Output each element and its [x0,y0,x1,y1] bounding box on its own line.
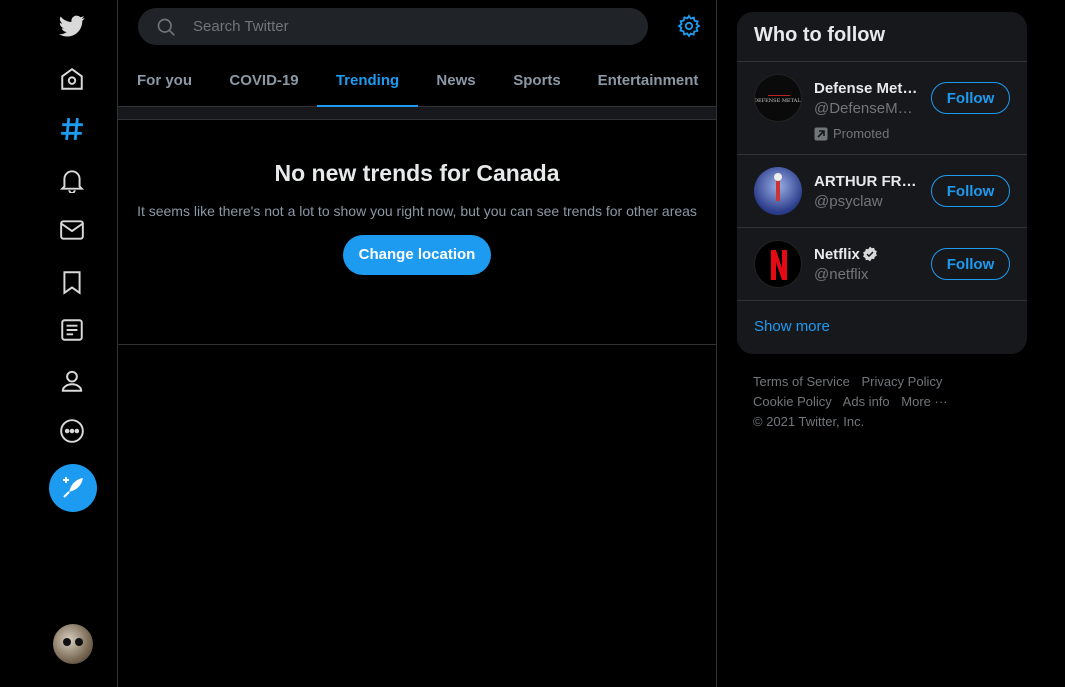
lists-icon[interactable] [56,314,88,346]
change-location-button[interactable]: Change location [342,235,492,275]
list-item[interactable]: DEFENSE METALS Defense Metals Corp. @Def… [737,62,1027,155]
bookmarks-icon[interactable] [56,266,88,298]
avatar [754,167,802,215]
settings-gear-icon[interactable] [677,14,701,38]
footer-links: Terms of Service Privacy Policy Cookie P… [753,372,1013,432]
follow-button[interactable]: Follow [931,248,1010,280]
search-icon [157,18,175,36]
promoted-label: Promoted [814,126,889,141]
explore-tabs: For you COVID-19 Trending News Sports En… [118,55,716,107]
user-name[interactable]: ARTHUR FRANK [814,173,919,190]
terms-link[interactable]: Terms of Service [753,374,850,389]
user-handle: @netflix [814,266,869,283]
netflix-logo-icon [754,240,802,288]
copyright: © 2021 Twitter, Inc. [753,414,865,429]
empty-trends-panel: No new trends for Canada It seems like t… [118,120,716,345]
user-handle: @DefenseMetals1 [814,100,916,117]
notifications-icon[interactable] [56,164,88,196]
privacy-link[interactable]: Privacy Policy [861,374,942,389]
tab-trending[interactable]: Trending [317,55,418,107]
section-divider [118,107,716,120]
follow-button[interactable]: Follow [931,175,1010,207]
profile-icon[interactable] [56,365,88,397]
tab-news[interactable]: News [418,55,494,106]
tab-covid-19[interactable]: COVID-19 [211,55,317,106]
search-bar[interactable] [138,8,648,45]
who-to-follow-panel: Who to follow DEFENSE METALS Defense Met… [737,12,1027,354]
user-handle: @psyclaw [814,193,883,210]
explore-icon[interactable] [56,113,88,145]
twitter-explore-page: For you COVID-19 Trending News Sports En… [0,0,1065,687]
cookie-link[interactable]: Cookie Policy [753,394,832,409]
who-to-follow-title: Who to follow [737,12,1027,62]
show-more-link[interactable]: Show more [754,318,830,335]
promoted-icon [814,127,828,140]
compose-tweet-button[interactable] [49,464,97,512]
more-icon[interactable] [56,415,88,447]
follow-button[interactable]: Follow [931,82,1010,114]
avatar: DEFENSE METALS [754,74,802,122]
user-name[interactable]: Netflix [814,246,919,263]
tab-entertainment[interactable]: Entertainment [580,55,716,106]
home-icon[interactable] [56,63,88,95]
compose-tweet-icon [63,477,83,498]
svg-text:DEFENSE METALS: DEFENSE METALS [755,98,802,104]
list-item[interactable]: Netflix @netflix Follow [737,228,1027,301]
sidebar-nav [0,0,118,687]
messages-icon[interactable] [56,214,88,246]
verified-badge-icon [862,246,877,262]
tab-sports[interactable]: Sports [494,55,580,106]
avatar[interactable] [53,624,93,664]
ads-info-link[interactable]: Ads info [843,394,890,409]
more-link[interactable]: More ··· [901,394,947,409]
user-name[interactable]: Defense Metals Corp. [814,80,919,97]
twitter-logo-icon[interactable] [56,10,88,42]
explore-main: For you COVID-19 Trending News Sports En… [118,0,717,687]
list-item[interactable]: ARTHUR FRANK @psyclaw Follow [737,155,1027,228]
tab-for-you[interactable]: For you [118,55,211,106]
search-input[interactable] [193,18,613,35]
empty-state-message: It seems like there's not a lot to show … [137,203,697,219]
empty-state-title: No new trends for Canada [274,160,560,186]
